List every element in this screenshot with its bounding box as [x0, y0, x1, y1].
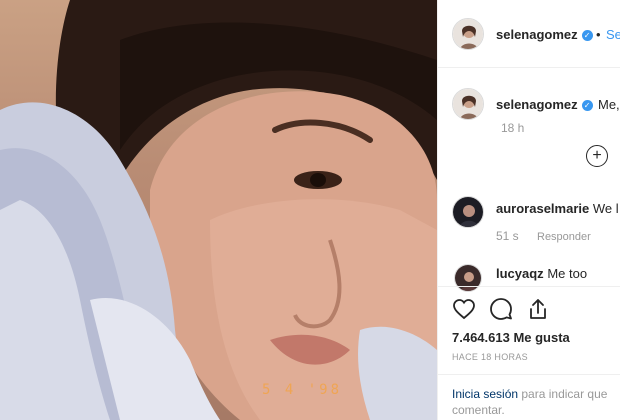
login-prompt-text: para indicar que — [518, 387, 608, 401]
comment-text: Me too — [547, 266, 588, 281]
comment-avatar[interactable] — [454, 264, 482, 292]
author-avatar[interactable] — [452, 18, 484, 50]
login-link[interactable]: Inicia sesión — [452, 387, 518, 401]
load-more-comments-plus-icon[interactable]: + — [586, 145, 608, 167]
follow-button[interactable]: Se — [606, 27, 620, 42]
comment-icon[interactable] — [489, 297, 513, 321]
post-details-panel: selenagomez✓ • Se selenagomez✓ Me, 18 h … — [437, 0, 620, 420]
login-divider — [438, 374, 620, 375]
login-prompt-line2: comentar. — [452, 403, 505, 417]
comment-username[interactable]: auroraselmarie — [496, 201, 589, 216]
post-header: selenagomez✓ • Se — [438, 0, 620, 68]
posted-timestamp: HACE 18 HORAS — [452, 352, 528, 362]
comment-row: lucyaqz Me too — [496, 266, 587, 281]
avatar-image — [453, 197, 483, 227]
photo-date-stamp: 5 4 '98 — [262, 382, 343, 398]
login-prompt: Inicia sesión para indicar que — [452, 387, 607, 401]
avatar-image — [453, 89, 483, 119]
avatar-image — [453, 19, 483, 49]
heart-icon[interactable] — [452, 297, 476, 321]
verified-badge-icon: ✓ — [581, 100, 593, 112]
comment-row: auroraselmarie We l — [496, 201, 619, 216]
comment-avatar[interactable] — [452, 196, 484, 228]
caption-username[interactable]: selenagomez ✓ — [496, 97, 593, 112]
share-icon[interactable] — [526, 297, 550, 321]
verified-badge-icon: ✓ — [581, 30, 593, 42]
caption-time: 18 h — [501, 121, 525, 135]
caption-username-text[interactable]: selenagomez — [496, 97, 578, 112]
caption-avatar[interactable] — [452, 88, 484, 120]
header-username-text[interactable]: selenagomez — [496, 27, 578, 42]
reply-button[interactable]: Responder — [537, 231, 591, 243]
header-username[interactable]: selenagomez ✓ — [496, 27, 593, 42]
comment-username[interactable]: lucyaqz — [496, 266, 544, 281]
likes-count[interactable]: 7.464.613 Me gusta — [452, 330, 570, 345]
comment-time: 51 s — [496, 229, 519, 243]
post-photo[interactable]: 5 4 '98 — [0, 0, 437, 420]
photo-illustration — [0, 0, 437, 420]
caption-text: Me, — [598, 97, 620, 112]
actions-divider — [438, 286, 620, 287]
comment-text: We l — [592, 201, 619, 216]
header-separator: • — [596, 27, 601, 42]
avatar-image — [455, 265, 481, 291]
